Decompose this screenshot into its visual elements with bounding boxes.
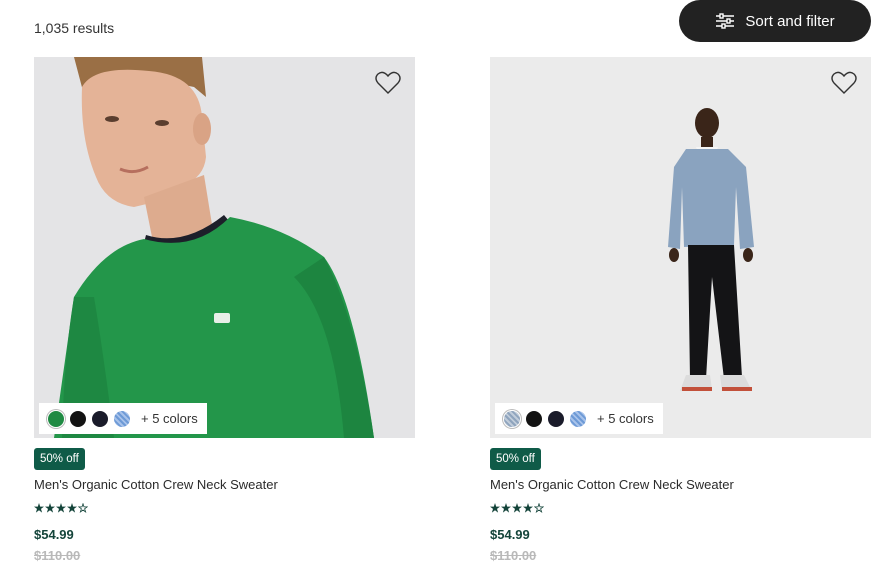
star-rating [490, 503, 544, 513]
star-filled-icon [45, 503, 55, 513]
more-colors-link[interactable]: + 5 colors [597, 411, 654, 426]
product-image[interactable]: + 5 colors [34, 57, 415, 438]
wishlist-heart-icon[interactable] [831, 71, 857, 95]
star-empty-icon [78, 503, 88, 513]
star-filled-icon [490, 503, 500, 513]
sort-and-filter-button[interactable]: Sort and filter [679, 0, 871, 42]
product-name[interactable]: Men's Organic Cotton Crew Neck Sweater [490, 477, 734, 492]
original-price: $110.00 [490, 548, 537, 563]
more-colors-link[interactable]: + 5 colors [141, 411, 198, 426]
discount-badge: 50% off [490, 448, 541, 470]
product-card[interactable]: + 5 colors 50% off Men's Organic Cotton … [34, 57, 415, 563]
swatch-light-blue[interactable] [570, 410, 586, 427]
swatch-grey-blue[interactable] [504, 410, 520, 427]
color-swatches: + 5 colors [495, 403, 663, 434]
sale-price: $54.99 [490, 527, 530, 542]
swatch-navy[interactable] [92, 410, 108, 427]
swatch-black[interactable] [70, 410, 86, 427]
product-card[interactable]: + 5 colors 50% off Men's Organic Cotton … [490, 57, 871, 563]
sale-price: $54.99 [34, 527, 74, 542]
color-swatches: + 5 colors [39, 403, 207, 434]
star-filled-icon [34, 503, 44, 513]
product-name[interactable]: Men's Organic Cotton Crew Neck Sweater [34, 477, 278, 492]
model-blue-sweater-photo [490, 57, 871, 438]
sliders-icon [716, 13, 735, 29]
wishlist-heart-icon[interactable] [375, 71, 401, 95]
swatch-light-blue[interactable] [114, 410, 130, 427]
model-green-sweater-photo [34, 57, 415, 438]
results-count: 1,035 results [34, 20, 115, 36]
star-rating [34, 503, 88, 513]
star-empty-icon [534, 503, 544, 513]
star-filled-icon [67, 503, 77, 513]
star-filled-icon [512, 503, 522, 513]
original-price: $110.00 [34, 548, 81, 563]
star-filled-icon [523, 503, 533, 513]
swatch-black[interactable] [526, 410, 542, 427]
sort-and-filter-label: Sort and filter [745, 12, 835, 30]
product-image[interactable]: + 5 colors [490, 57, 871, 438]
discount-badge: 50% off [34, 448, 85, 470]
swatch-green[interactable] [48, 410, 64, 427]
star-filled-icon [501, 503, 511, 513]
star-filled-icon [56, 503, 66, 513]
swatch-navy[interactable] [548, 410, 564, 427]
